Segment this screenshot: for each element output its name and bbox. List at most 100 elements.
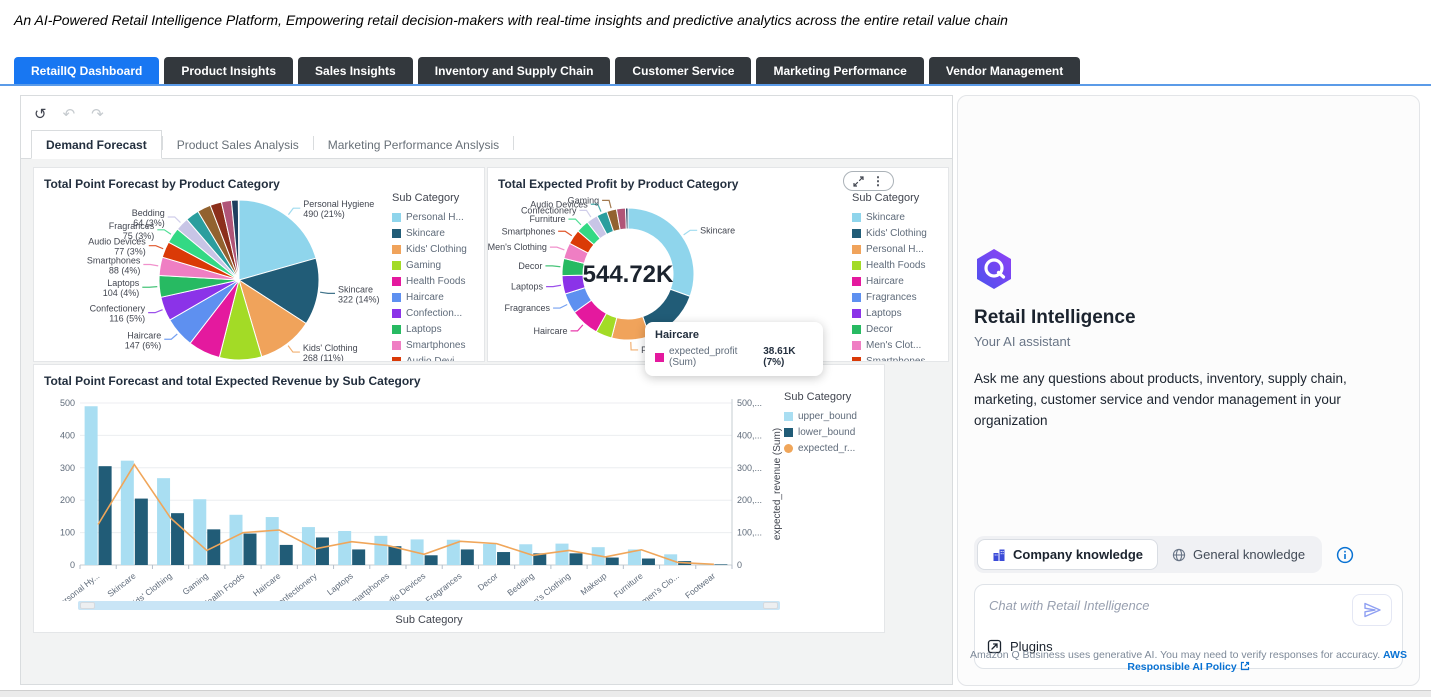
dashboard-toolbar: ↺ ↶ ↷ [21,96,952,128]
main-tab[interactable]: Sales Insights [298,57,413,84]
svg-text:Confectionery116 (5%): Confectionery116 (5%) [90,304,146,324]
sheet-tab[interactable]: Product Sales Analysis [163,131,313,158]
legend-item[interactable]: upper_bound [784,411,878,422]
bar-line-chart[interactable]: 00100100,...200200,...300300,...400400,.… [40,393,788,601]
tab-underline [0,84,1431,86]
company-knowledge-label: Company knowledge [1013,547,1143,562]
chart-menu-control[interactable]: ⋮ [843,171,894,191]
legend-item[interactable]: expected_r... [784,443,878,454]
svg-text:Laptops: Laptops [325,571,355,598]
svg-text:Laptops104 (4%): Laptops104 (4%) [103,278,140,298]
tooltip-value: 38.61K (7%) [763,346,813,368]
redo-icon[interactable]: ↷ [91,107,104,122]
company-knowledge-button[interactable]: Company knowledge [977,539,1158,570]
chat-input[interactable] [987,597,1321,614]
svg-text:Skincare: Skincare [700,225,735,235]
legend-item[interactable]: Kids' Clothing [392,244,476,255]
svg-text:Gaming: Gaming [180,571,210,597]
svg-text:400,...: 400,... [737,430,762,440]
legend-item[interactable]: Skincare [392,228,476,239]
legend-item[interactable]: Health Foods [852,260,940,271]
svg-text:500,...: 500,... [737,398,762,408]
dashboard-container: ↺ ↶ ↷ Demand ForecastProduct Sales Analy… [20,95,953,685]
kebab-menu-icon[interactable]: ⋮ [872,175,884,187]
amazon-q-logo [974,248,1014,290]
legend-item[interactable]: Personal H... [852,244,940,255]
page-tagline: An AI-Powered Retail Intelligence Platfo… [14,12,1008,28]
main-tab[interactable]: Product Insights [164,57,293,84]
svg-text:Haircare: Haircare [534,326,568,336]
svg-text:Haircare147 (6%): Haircare147 (6%) [125,330,162,350]
legend-item[interactable]: Audio Devi... [392,356,476,362]
svg-text:Smartphones: Smartphones [502,226,556,236]
main-tab[interactable]: Marketing Performance [756,57,923,84]
scrollbar-right-handle[interactable] [763,602,778,609]
svg-text:200,...: 200,... [737,495,762,505]
legend-item[interactable]: Decor [852,324,940,335]
assistant-subtitle: Your AI assistant [974,334,1403,349]
svg-text:Makeup: Makeup [578,571,608,598]
svg-text:Personal Hy...: Personal Hy... [54,571,102,601]
external-link-icon [1240,661,1250,671]
main-tab[interactable]: RetailIQ Dashboard [14,57,159,84]
undo-icon[interactable]: ↶ [63,107,76,122]
svg-text:Footwear: Footwear [683,571,717,601]
sheet-tab[interactable]: Marketing Performance Anslysis [314,131,513,158]
legend-title: Sub Category [392,192,476,204]
tooltip-swatch [655,353,664,362]
legend-item[interactable]: Smartphones [852,356,940,362]
page-scrollbar[interactable] [0,690,1431,697]
scrollbar-left-handle[interactable] [80,602,95,609]
reset-icon[interactable]: ↺ [34,107,47,122]
general-knowledge-button[interactable]: General knowledge [1158,540,1319,569]
legend-item[interactable]: Haircare [392,292,476,303]
info-icon[interactable] [1336,546,1354,564]
legend-item[interactable]: Haircare [852,276,940,287]
svg-text:200: 200 [60,495,75,505]
svg-text:Personal Hygiene490 (21%): Personal Hygiene490 (21%) [303,199,374,219]
svg-text:Bedding: Bedding [505,571,536,598]
legend-item[interactable]: Fragrances [852,292,940,303]
sheet-tab[interactable]: Demand Forecast [31,130,162,159]
svg-text:Men's Clothing: Men's Clothing [488,242,547,252]
svg-text:Kids' Clothing268 (11%): Kids' Clothing268 (11%) [303,343,358,361]
legend-item[interactable]: Gaming [392,260,476,271]
chart-x-scrollbar[interactable] [78,601,780,610]
legend-item[interactable]: lower_bound [784,427,878,438]
dashboard-sheet: Total Point Forecast by Product Category… [21,159,952,684]
tooltip-series: expected_profit (Sum) [669,346,756,368]
legend-item[interactable]: Kids' Clothing [852,228,940,239]
legend-item[interactable]: Smartphones [392,340,476,351]
footer-disclaimer: Amazon Q Business uses generative AI. Yo… [970,649,1380,661]
main-tab-bar: RetailIQ DashboardProduct InsightsSales … [14,57,1080,84]
send-button[interactable] [1352,594,1392,626]
pie-chart-card: Total Point Forecast by Product Category… [33,167,485,362]
main-tab[interactable]: Inventory and Supply Chain [418,57,611,84]
donut-legend: Sub Category SkincareKids' ClothingPerso… [852,192,940,362]
legend-item[interactable]: Skincare [852,212,940,223]
legend-item[interactable]: Laptops [392,324,476,335]
legend-item[interactable]: Laptops [852,308,940,319]
legend-item[interactable]: Personal H... [392,212,476,223]
legend-item[interactable]: Men's Clot... [852,340,940,351]
legend-item[interactable]: Health Foods [392,276,476,287]
bar-legend: Sub Category upper_boundlower_boundexpec… [784,391,878,459]
svg-text:Fragrances: Fragrances [424,571,464,601]
svg-text:500: 500 [60,398,75,408]
expand-icon[interactable] [853,176,864,187]
svg-text:Smartphones88 (4%): Smartphones88 (4%) [87,256,141,276]
bar-chart-card: Total Point Forecast and total Expected … [33,364,885,633]
main-tab[interactable]: Customer Service [615,57,751,84]
sheet-tab-bar: Demand ForecastProduct Sales AnalysisMar… [21,128,952,159]
general-knowledge-label: General knowledge [1193,547,1305,562]
send-icon [1363,602,1382,618]
main-tab[interactable]: Vendor Management [929,57,1080,84]
globe-icon [1172,548,1186,562]
pie-legend: Sub Category Personal H... Skincare Kids' … [392,192,476,362]
svg-text:Gaming: Gaming [568,195,600,205]
legend-item[interactable]: Confection... [392,308,476,319]
x-axis-title: Sub Category [78,614,780,626]
svg-text:Bedding64 (3%): Bedding64 (3%) [132,208,165,228]
svg-text:Skincare: Skincare [105,571,137,599]
svg-text:400: 400 [60,430,75,440]
